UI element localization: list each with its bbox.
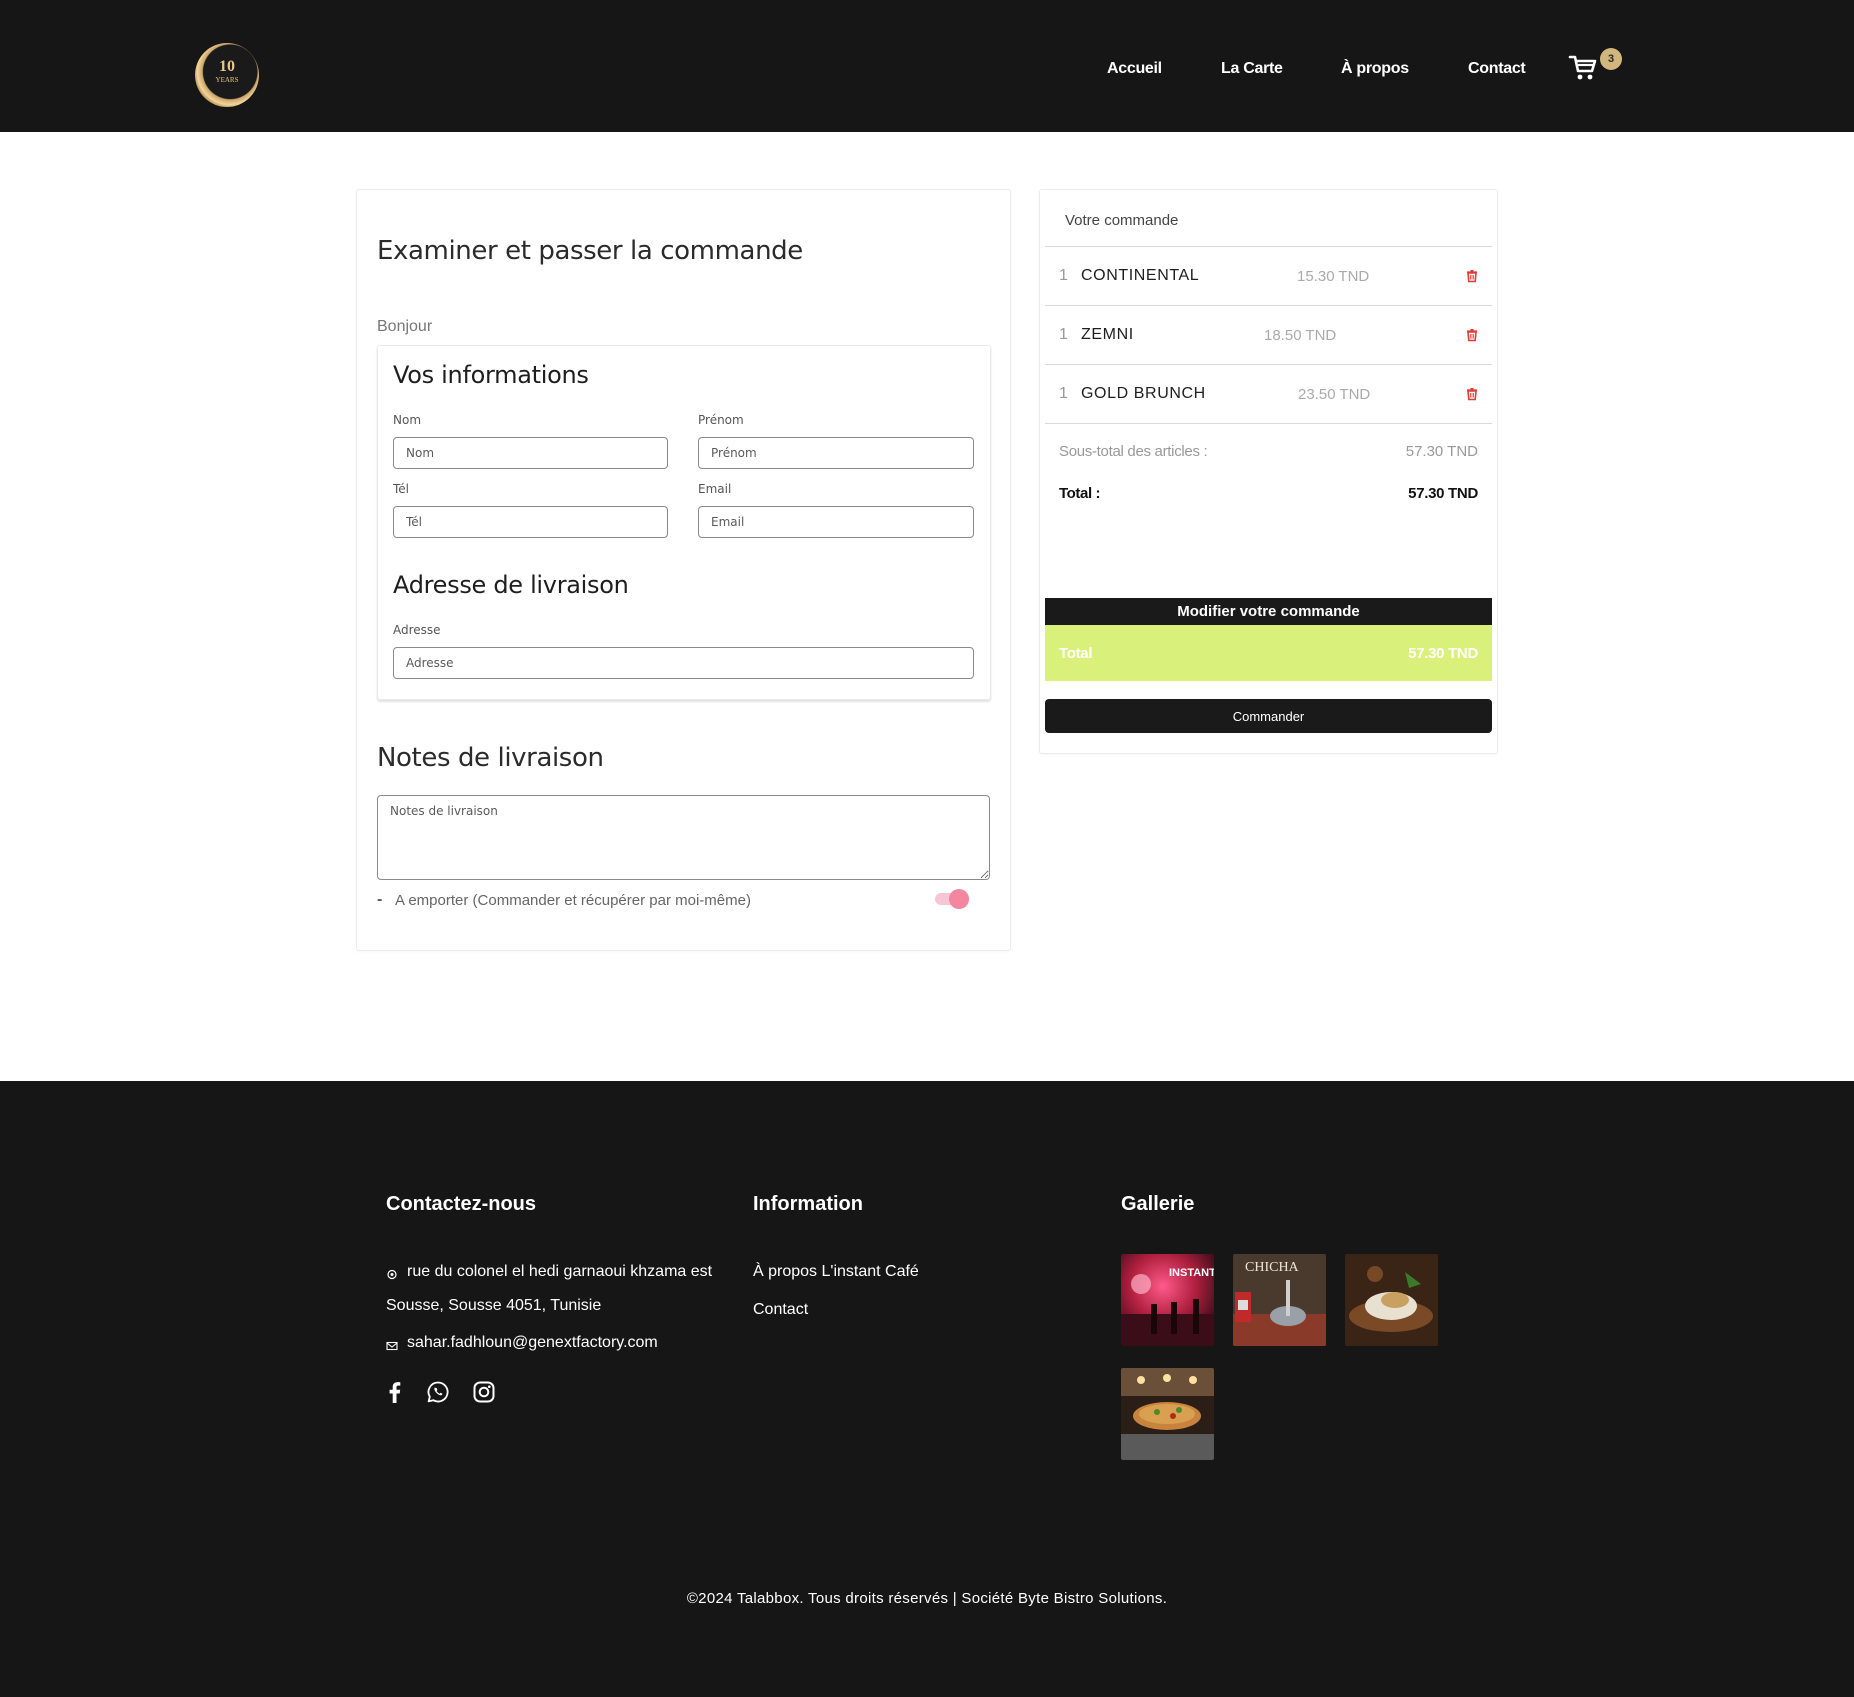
- nom-label: Nom: [393, 413, 422, 427]
- cart-icon[interactable]: [1568, 53, 1598, 83]
- trash-icon[interactable]: [1465, 328, 1479, 342]
- order-heading: Votre commande: [1065, 212, 1179, 229]
- email-input[interactable]: [698, 506, 974, 538]
- item-quantity: 1: [1059, 326, 1068, 343]
- order-item-row: 1 GOLD BRUNCH 23.50 TND: [1045, 364, 1492, 423]
- nav-a-propos[interactable]: À propos: [1341, 60, 1409, 78]
- footer-info-title: Information: [753, 1193, 863, 1215]
- nav-contact[interactable]: Contact: [1468, 60, 1526, 78]
- takeaway-toggle[interactable]: [933, 888, 969, 910]
- subtotal-label: Sous-total des articles :: [1059, 443, 1208, 460]
- gallery-caption-instant: INSTANT: [1169, 1267, 1214, 1279]
- trash-icon[interactable]: [1465, 387, 1479, 401]
- item-quantity: 1: [1059, 267, 1068, 284]
- cart-count-badge: 3: [1600, 48, 1622, 70]
- nom-input[interactable]: [393, 437, 668, 469]
- footer-contact-title: Contactez-nous: [386, 1193, 536, 1215]
- footer-copyright: ©2024 Talabbox. Tous droits réservés | S…: [686, 1590, 1168, 1607]
- takeaway-bullet: -: [377, 891, 383, 908]
- nav-la-carte[interactable]: La Carte: [1221, 60, 1283, 78]
- total-value: 57.30 TND: [1408, 485, 1478, 502]
- prenom-label: Prénom: [698, 413, 744, 427]
- tel-label: Tél: [393, 482, 410, 496]
- modify-order-bar[interactable]: Modifier votre commande: [1045, 598, 1492, 625]
- gallery-image-4[interactable]: [1121, 1368, 1214, 1460]
- total-highlight-bar: Total 57.30 TND: [1045, 625, 1492, 681]
- item-price: 15.30 TND: [1297, 268, 1370, 285]
- address-input[interactable]: [393, 647, 974, 679]
- order-item-row: 1 ZEMNI 18.50 TND: [1045, 305, 1492, 364]
- tel-input[interactable]: [393, 506, 668, 538]
- order-item-row: 1 CONTINENTAL 15.30 TND: [1045, 246, 1492, 305]
- delivery-notes-textarea[interactable]: [377, 795, 990, 880]
- total-bar-value: 57.30 TND: [1408, 645, 1478, 662]
- footer-link-about[interactable]: À propos L'instant Café: [753, 1263, 919, 1281]
- page-title: Examiner et passer la commande: [377, 236, 803, 266]
- item-quantity: 1: [1059, 385, 1068, 402]
- item-price: 23.50 TND: [1298, 386, 1371, 403]
- location-pin-icon: [387, 1269, 397, 1280]
- total-bar-label: Total: [1059, 645, 1093, 662]
- prenom-input[interactable]: [698, 437, 974, 469]
- address-label: Adresse: [393, 623, 441, 637]
- footer-email[interactable]: sahar.fadhloun@genextfactory.com: [407, 1334, 658, 1352]
- order-divider: [1045, 423, 1492, 424]
- address-section-title: Adresse de livraison: [393, 571, 629, 599]
- email-label: Email: [698, 482, 732, 496]
- mail-icon: [386, 1341, 398, 1351]
- item-name: GOLD BRUNCH: [1081, 385, 1206, 402]
- footer-address-line1: rue du colonel el hedi garnaoui khzama e…: [407, 1263, 713, 1280]
- footer-address-line2: Sousse, Sousse 4051, Tunisie: [386, 1297, 602, 1314]
- gallery-image-3[interactable]: [1345, 1254, 1438, 1346]
- whatsapp-icon[interactable]: [426, 1380, 450, 1404]
- toggle-knob: [949, 889, 969, 909]
- site-header: 10 YEARS Accueil La Carte À propos Conta…: [0, 0, 1854, 132]
- takeaway-label: A emporter (Commander et récupérer par m…: [395, 892, 751, 909]
- item-price: 18.50 TND: [1264, 327, 1337, 344]
- subtotal-value: 57.30 TND: [1405, 443, 1478, 460]
- greeting-text: Bonjour: [377, 318, 433, 335]
- place-order-button[interactable]: Commander: [1045, 699, 1492, 733]
- item-name: CONTINENTAL: [1081, 267, 1200, 284]
- item-name: ZEMNI: [1081, 326, 1134, 343]
- logo-subtext: YEARS: [215, 76, 239, 84]
- gallery-image-2[interactable]: CHICHA: [1233, 1254, 1326, 1346]
- nav-accueil[interactable]: Accueil: [1107, 60, 1162, 78]
- notes-section-title: Notes de livraison: [377, 743, 604, 773]
- info-section-title: Vos informations: [393, 361, 589, 389]
- logo-number: 10: [219, 58, 235, 75]
- instagram-icon[interactable]: [472, 1380, 496, 1404]
- footer-link-contact[interactable]: Contact: [753, 1301, 808, 1319]
- facebook-icon[interactable]: [383, 1380, 407, 1404]
- total-label: Total :: [1059, 485, 1101, 502]
- footer-gallery-title: Gallerie: [1121, 1193, 1195, 1215]
- brand-logo[interactable]: 10 YEARS: [195, 43, 259, 107]
- gallery-caption-chicha: CHICHA: [1245, 1260, 1300, 1275]
- gallery-image-1[interactable]: INSTANT: [1121, 1254, 1214, 1346]
- trash-icon[interactable]: [1465, 269, 1479, 283]
